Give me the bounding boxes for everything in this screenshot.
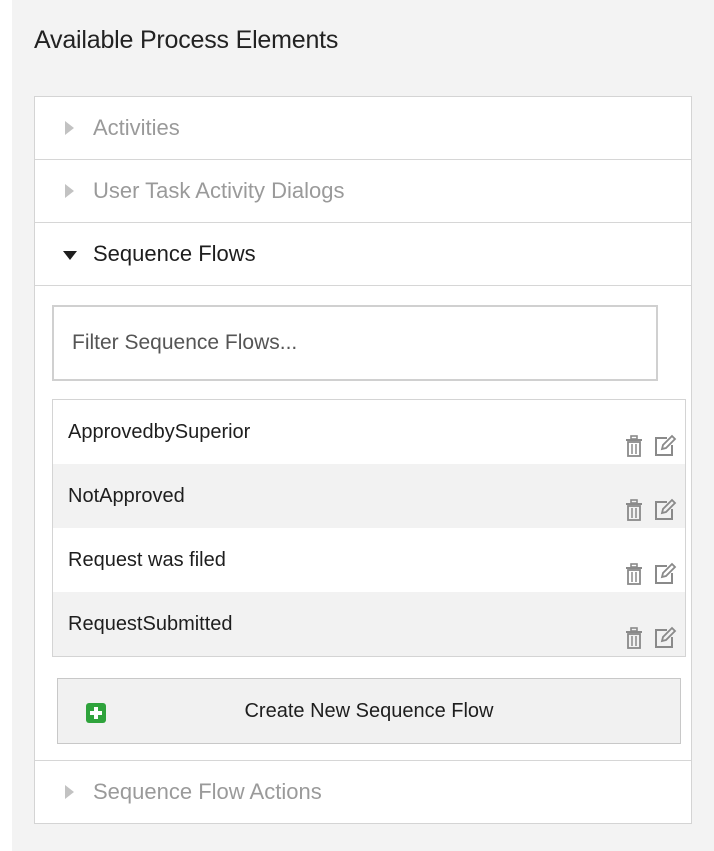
sequence-flow-name: Request was filed (68, 549, 226, 571)
process-elements-widget: Available Process Elements Activities Us… (12, 0, 714, 851)
sequence-flow-name: NotApproved (68, 485, 185, 507)
sequence-flow-name: ApprovedbySuperior (68, 421, 251, 443)
accordion-sequence-flows[interactable]: Sequence Flows (35, 223, 691, 286)
sequence-flow-list: ApprovedbySuperior NotApproved Request w… (52, 399, 686, 657)
list-item[interactable]: RequestSubmitted (53, 592, 685, 656)
caret-right-icon (65, 785, 74, 799)
list-item[interactable]: Request was filed (53, 528, 685, 592)
edit-icon[interactable] (653, 420, 677, 456)
list-item[interactable]: NotApproved (53, 464, 685, 528)
edit-icon[interactable] (653, 484, 677, 520)
trash-icon[interactable] (623, 548, 645, 585)
accordion-sequence-flows-label: Sequence Flows (93, 241, 256, 266)
plus-square-icon (86, 703, 106, 723)
process-elements-accordion: Activities User Task Activity Dialogs Se… (34, 96, 692, 824)
accordion-user-task-activity-dialogs[interactable]: User Task Activity Dialogs (35, 160, 691, 223)
sequence-flows-panel: ApprovedbySuperior NotApproved (35, 286, 691, 761)
edit-icon[interactable] (653, 612, 677, 648)
accordion-activities-label: Activities (93, 115, 180, 140)
list-item[interactable]: ApprovedbySuperior (53, 400, 685, 464)
trash-icon[interactable] (623, 612, 645, 649)
filter-sequence-flows-input[interactable] (52, 305, 658, 381)
create-new-sequence-flow-button[interactable]: Create New Sequence Flow (57, 678, 681, 744)
caret-right-icon (65, 121, 74, 135)
trash-icon[interactable] (623, 420, 645, 457)
accordion-sequence-flow-actions[interactable]: Sequence Flow Actions (35, 761, 691, 823)
trash-icon[interactable] (623, 484, 645, 521)
caret-down-icon (63, 251, 77, 260)
sequence-flow-name: RequestSubmitted (68, 613, 233, 635)
edit-icon[interactable] (653, 548, 677, 584)
create-button-label: Create New Sequence Flow (244, 700, 494, 722)
accordion-sequence-flow-actions-label: Sequence Flow Actions (93, 779, 322, 804)
accordion-dialogs-label: User Task Activity Dialogs (93, 178, 345, 203)
widget-title: Available Process Elements (34, 26, 339, 54)
caret-right-icon (65, 184, 74, 198)
accordion-activities[interactable]: Activities (35, 97, 691, 160)
